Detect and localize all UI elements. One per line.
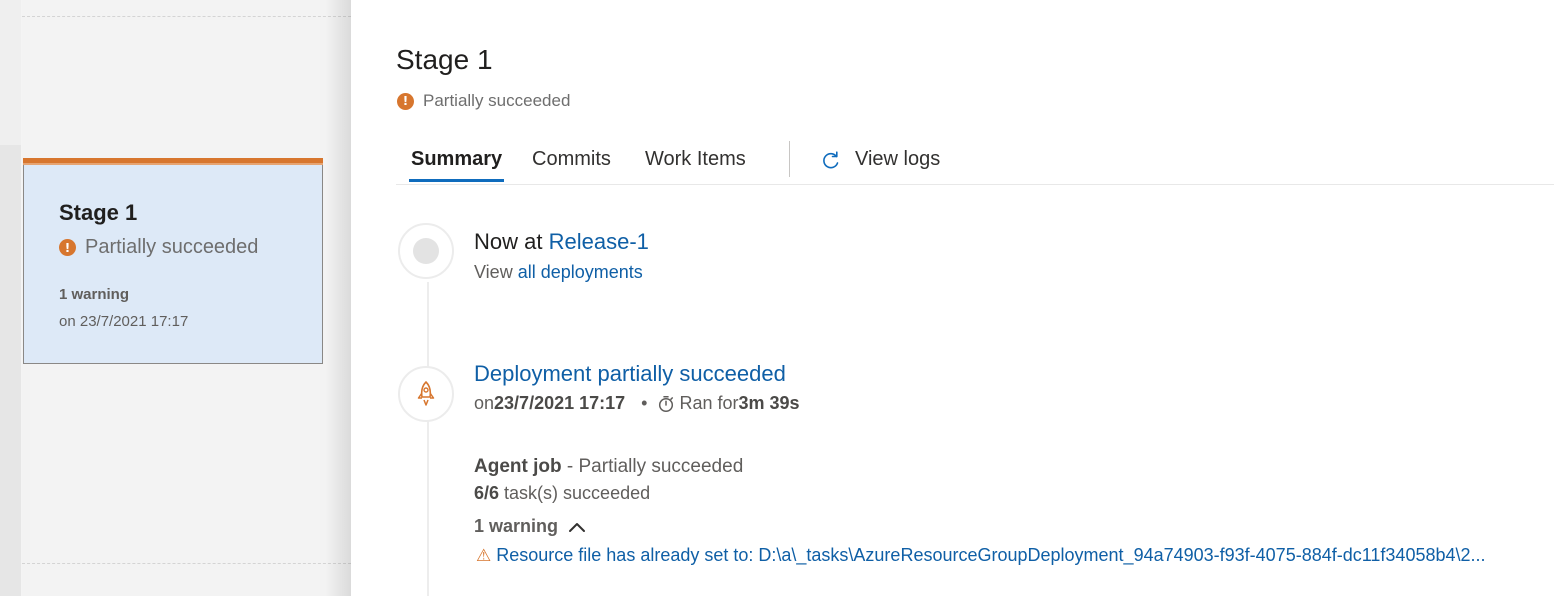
canvas-divider-top [22,16,351,17]
stage-status: ! Partially succeeded [397,91,570,111]
pipeline-canvas: Stage 1 ! Partially succeeded 1 warning … [0,0,351,596]
agent-job-name: Agent job [474,456,562,477]
warning-message-text: Resource file has already set to: D:\a\_… [496,545,1486,565]
warnings-toggle[interactable]: 1 warning [474,516,586,537]
timeline-dot [413,238,439,264]
view-deployments: View all deployments [474,262,643,283]
tab-work-items[interactable]: Work Items [645,148,746,171]
deployment-date: 23/7/2021 17:17 [494,393,626,413]
view-prefix: View [474,262,513,282]
rocket-icon [417,381,435,406]
redo-arrow-icon [823,150,839,168]
timeline-node-current [398,223,454,279]
stage-details-panel: Stage 1 ! Partially succeeded Summary Co… [351,0,1568,596]
active-tab-indicator [409,179,505,182]
canvas-gutter-top [0,0,21,145]
page-title: Stage 1 [396,44,493,75]
stage-status-text: Partially succeeded [423,91,571,110]
canvas-divider-bottom [22,563,351,564]
tasks-count: 6/6 [474,483,500,503]
deployment-duration: 3m 39s [738,393,800,413]
stopwatch-icon [659,395,674,412]
deployment-title-link[interactable]: Deployment partially succeeded [474,361,786,387]
agent-job-status: Partially succeeded [578,456,744,477]
warning-message-link[interactable]: ⚠ Resource file has already set to: D:\a… [476,545,1556,566]
stage-card-status-text: Partially succeeded [85,236,259,258]
panel-shadow [325,0,351,596]
view-logs-label: View logs [855,148,941,170]
alert-circle-icon: ! [397,92,414,110]
view-logs-button[interactable]: View logs [821,148,940,171]
stage-status-bar-highlight [23,163,323,165]
release-link[interactable]: Release-1 [549,229,649,254]
tab-commits[interactable]: Commits [532,148,611,171]
tab-separator [789,141,790,177]
warning-triangle-icon: ⚠ [476,545,492,566]
current-release: Now at Release-1 [474,229,649,255]
stage-card-date: on 23/7/2021 17:17 [59,313,189,330]
stage-card[interactable]: Stage 1 ! Partially succeeded 1 warning … [23,158,323,364]
timeline-line [427,282,429,596]
now-at-prefix: Now at [474,229,543,254]
stage-card-warnings: 1 warning [59,286,130,303]
tab-summary-label: Summary [411,148,503,170]
ran-for-prefix: Ran for [679,393,739,413]
chevron-up-icon [569,522,586,532]
stage-card-status: ! Partially succeeded [59,236,258,259]
agent-job-tasks: 6/6 task(s) succeeded [474,483,650,504]
tab-bar: Summary Commits Work Items View logs [396,140,1554,185]
deployment-on-prefix: on [474,393,495,413]
tasks-label: task(s) succeeded [504,483,651,503]
agent-job-separator: - [561,456,579,477]
alert-circle-icon: ! [59,239,76,256]
meta-separator: • [641,393,648,413]
timeline-node-deployment [398,366,454,422]
tab-summary[interactable]: Summary [409,148,505,182]
all-deployments-link[interactable]: all deployments [518,262,643,282]
agent-job: Agent job - Partially succeeded [474,456,743,478]
warnings-count: 1 warning [474,516,559,536]
stage-card-title: Stage 1 [59,200,138,225]
deployment-meta: on 23/7/2021 17:17 • Ran for 3m 39s [474,393,800,414]
